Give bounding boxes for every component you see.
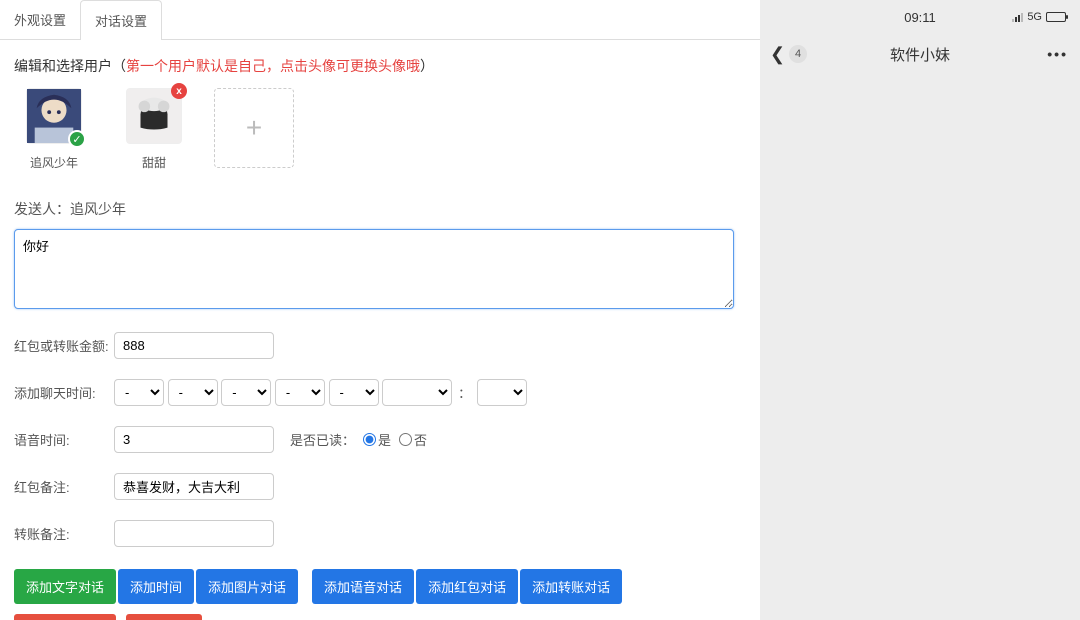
- voice-time-input[interactable]: [114, 426, 274, 453]
- signal-icon: [1012, 13, 1023, 22]
- time-sel-6[interactable]: [382, 379, 452, 406]
- check-icon: ✓: [68, 130, 86, 148]
- add-image-button[interactable]: 添加图片对话: [196, 569, 298, 604]
- red-note-label: 红包备注:: [14, 477, 114, 496]
- user-card-1[interactable]: x 甜甜: [114, 88, 194, 171]
- generate-image-button[interactable]: 生成图片: [126, 614, 202, 620]
- amount-label: 红包或转账金额:: [14, 336, 114, 355]
- chat-time-label: 添加聊天时间:: [14, 383, 114, 402]
- network-label: 5G: [1027, 11, 1042, 23]
- time-sel-3[interactable]: -: [221, 379, 271, 406]
- edit-user-hint: 编辑和选择用户（第一个用户默认是自己，点击头像可更换头像哦）: [14, 56, 746, 76]
- add-transfer-button[interactable]: 添加转账对话: [520, 569, 622, 604]
- tab-dialog[interactable]: 对话设置: [80, 0, 162, 40]
- read-label: 是否已读：: [290, 430, 355, 449]
- chevron-left-icon: ❮: [770, 44, 785, 65]
- more-button[interactable]: •••: [1047, 46, 1068, 62]
- back-button[interactable]: ❮ 4: [770, 44, 807, 65]
- add-red-button[interactable]: 添加红包对话: [416, 569, 518, 604]
- add-user-button[interactable]: +: [214, 88, 294, 168]
- edit-prefix: 编辑和选择用户（: [14, 58, 126, 74]
- user-name-1: 甜甜: [114, 154, 194, 171]
- sender-label: 发送人：追风少年: [14, 199, 746, 219]
- read-yes-option[interactable]: 是: [363, 430, 391, 449]
- phone-preview: 09:11 5G ❮ 4 软件小妹 •••: [760, 0, 1080, 620]
- time-colon: ：: [458, 383, 471, 402]
- time-sel-2[interactable]: -: [168, 379, 218, 406]
- time-sel-7[interactable]: [477, 379, 527, 406]
- add-text-button[interactable]: 添加文字对话: [14, 569, 116, 604]
- transfer-note-input[interactable]: [114, 520, 274, 547]
- avatar-1[interactable]: x: [126, 88, 182, 144]
- edit-suffix: ）: [420, 58, 434, 74]
- read-yes-radio[interactable]: [363, 433, 376, 446]
- edit-hint: 第一个用户默认是自己，点击头像可更换头像哦: [126, 58, 420, 74]
- status-time: 09:11: [904, 10, 936, 25]
- time-sel-1[interactable]: -: [114, 379, 164, 406]
- add-voice-button[interactable]: 添加语音对话: [312, 569, 414, 604]
- time-sel-5[interactable]: -: [329, 379, 379, 406]
- delete-icon[interactable]: x: [171, 83, 187, 99]
- avatar-0[interactable]: ✓: [26, 88, 82, 144]
- read-no-radio[interactable]: [399, 433, 412, 446]
- back-count-badge: 4: [789, 45, 807, 63]
- amount-input[interactable]: [114, 332, 274, 359]
- transfer-note-label: 转账备注:: [14, 524, 114, 543]
- time-sel-4[interactable]: -: [275, 379, 325, 406]
- user-name-0: 追风少年: [14, 154, 94, 171]
- clear-chat-button[interactable]: 清空聊天内容: [14, 614, 116, 620]
- battery-icon: [1046, 12, 1066, 22]
- user-card-0[interactable]: ✓ 追风少年: [14, 88, 94, 171]
- tab-appearance[interactable]: 外观设置: [0, 0, 80, 39]
- chat-title: 软件小妹: [890, 44, 950, 65]
- message-input[interactable]: 你好: [14, 229, 734, 309]
- read-no-option[interactable]: 否: [399, 430, 427, 449]
- red-note-input[interactable]: [114, 473, 274, 500]
- voice-time-label: 语音时间:: [14, 430, 114, 449]
- add-time-button[interactable]: 添加时间: [118, 569, 194, 604]
